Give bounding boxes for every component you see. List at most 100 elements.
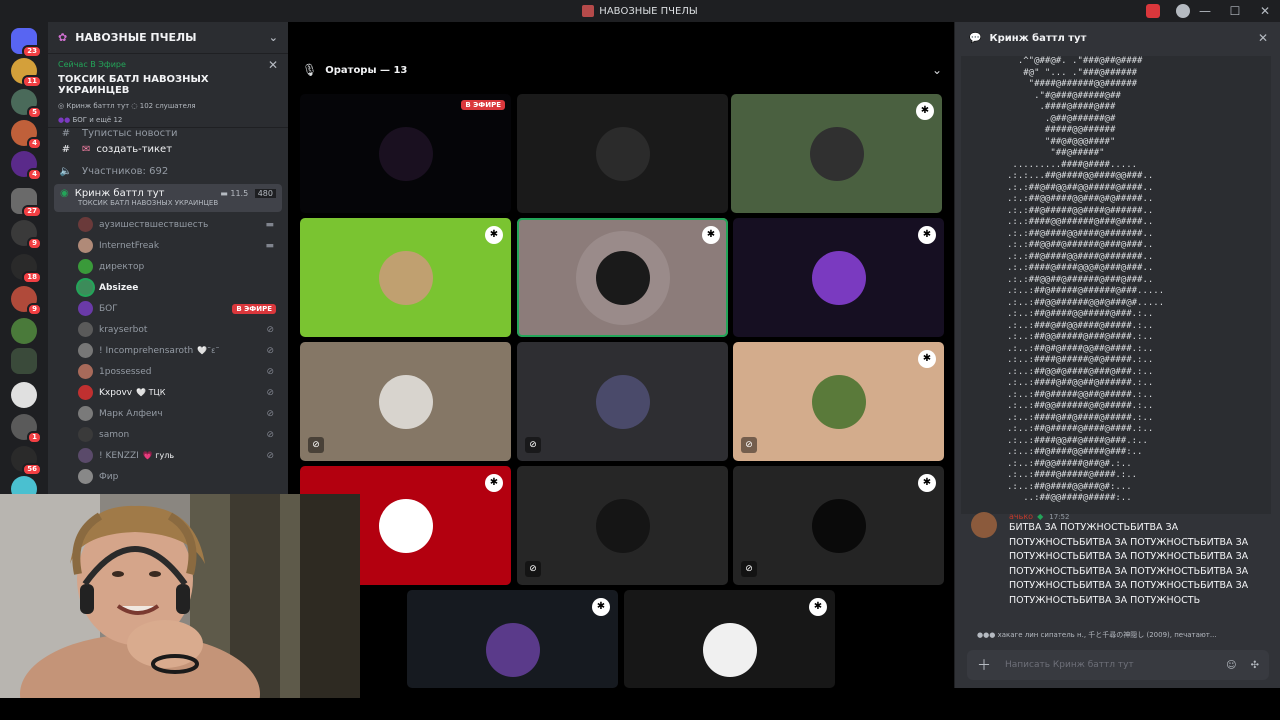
chevron-down-icon[interactable]: ⌄ xyxy=(269,31,278,44)
unread-badge: 5 xyxy=(27,106,42,119)
mic-muted-icon: ⊘ xyxy=(266,450,274,461)
list-item[interactable]: ! Incomprehensaroth 🤍˜ε˜ ⊘ xyxy=(48,340,288,361)
avatar[interactable] xyxy=(971,512,997,538)
speaker-tile[interactable]: ✱ ⊘ xyxy=(733,342,944,461)
help-icon[interactable] xyxy=(1176,4,1190,18)
server-icon[interactable]: 56 xyxy=(11,446,42,476)
server-icon[interactable] xyxy=(11,382,37,408)
server-boost-icon: ✿ xyxy=(58,31,68,44)
speaker-tile[interactable]: ✱ xyxy=(624,590,835,688)
message-author[interactable]: ачько xyxy=(1009,512,1033,521)
close-icon[interactable]: ✕ xyxy=(268,58,278,72)
server-icon[interactable]: 4 xyxy=(11,120,42,150)
server-icon[interactable]: 9 xyxy=(11,220,42,250)
speaker-tile[interactable]: ⊘ xyxy=(300,342,511,461)
typing-dots-icon: ●●● xyxy=(977,631,998,639)
hash-icon: # xyxy=(61,143,71,155)
channel-member-count[interactable]: 🔈 Участников: 692 xyxy=(48,160,288,182)
speaker-tile[interactable]: ⊘ xyxy=(517,466,728,585)
speaker-tile[interactable]: ⊘ xyxy=(517,342,728,461)
count-left: 11.5 xyxy=(230,189,249,198)
minimize-button[interactable]: — xyxy=(1190,4,1220,18)
live-channel-name: Кринж баттл тут xyxy=(66,102,130,110)
avatar xyxy=(378,250,433,305)
speaker-tile[interactable]: В ЭФИРЕ xyxy=(300,94,511,213)
voice-member-list: аузишествшествшесть ▬ InternetFreak ▬ дире… xyxy=(48,214,288,487)
list-item[interactable]: Kxpovv 🤍 ТЦК ⊘ xyxy=(48,382,288,403)
channel-create-ticket[interactable]: # ✉ создать-тикет xyxy=(48,138,288,160)
window-title-text: НАВОЗНЫЕ ПЧЕЛЫ xyxy=(599,5,698,17)
list-item[interactable]: Absizee xyxy=(48,277,288,298)
list-item[interactable]: samon ⊘ xyxy=(48,424,288,445)
member-name: Kxpovv xyxy=(99,387,133,398)
channel-label: создать-тикет xyxy=(96,143,173,155)
list-item[interactable]: Фир xyxy=(48,466,288,487)
server-icon[interactable]: 4 xyxy=(11,151,42,181)
plus-icon[interactable]: ＋ xyxy=(977,655,991,675)
live-event-meta: ◎ Кринж баттл тут ◌ 102 слушателя xyxy=(58,102,278,110)
avatar xyxy=(78,259,93,274)
list-item[interactable]: аузишествшествшесть ▬ xyxy=(48,214,288,235)
speaker-tile[interactable]: ✱ xyxy=(300,218,511,337)
speaker-tile[interactable]: ✱ xyxy=(407,590,618,688)
member-name: Фир xyxy=(99,471,119,482)
list-item[interactable]: БОГ В ЭФИРЕ xyxy=(48,298,288,319)
list-item[interactable]: ! KENZZI 💗 гуль ⊘ xyxy=(48,445,288,466)
maximize-button[interactable]: ☐ xyxy=(1220,4,1250,18)
server-header[interactable]: ✿ НАВОЗНЫЕ ПЧЕЛЫ ⌄ xyxy=(48,22,288,54)
avatar xyxy=(78,469,93,484)
avatar xyxy=(78,343,93,358)
avatar: ●● xyxy=(58,116,71,124)
list-item[interactable]: Марк Алфеич ⊘ xyxy=(48,403,288,424)
speakers-label: Ораторы — 13 xyxy=(325,64,408,76)
window-controls: — ☐ ✕ xyxy=(1190,0,1280,22)
server-icon[interactable]: 9 xyxy=(11,286,42,316)
unread-badge: 1 xyxy=(27,431,42,444)
member-tag: 🤍˜ε˜ xyxy=(197,346,220,355)
speakers-header[interactable]: 🎙 Ораторы — 13 ⌄ xyxy=(288,58,954,82)
moderator-icon: ✱ xyxy=(702,226,720,244)
server-icon[interactable]: 11 xyxy=(11,58,42,88)
member-name: samon xyxy=(99,429,130,440)
avatar xyxy=(78,385,93,400)
server-icon[interactable]: 18 xyxy=(11,254,42,284)
apps-icon[interactable]: ✣ xyxy=(1251,660,1259,671)
member-tag: 🤍 ТЦК xyxy=(136,388,166,397)
server-icon[interactable] xyxy=(11,348,37,374)
unread-badge: 4 xyxy=(27,137,42,150)
unread-badge: 9 xyxy=(27,303,42,316)
speaker-tile[interactable]: ✱ xyxy=(731,94,942,213)
unread-badge: 18 xyxy=(22,271,42,284)
speaker-tile[interactable]: ✱ xyxy=(733,218,944,337)
channel-partial[interactable]: # Тупистыс новости xyxy=(48,128,288,138)
close-icon[interactable]: ✕ xyxy=(1258,31,1268,45)
speaker-tile[interactable]: ✱ ⊘ xyxy=(733,466,944,585)
server-icon[interactable]: 5 xyxy=(11,89,42,119)
member-name: директор xyxy=(99,261,145,272)
server-icon[interactable] xyxy=(11,318,37,344)
avatar xyxy=(811,250,866,305)
speaker-tile[interactable]: ✱ xyxy=(517,218,728,337)
live-event-title: ТОКСИК БАТЛ НАВОЗНЫХ УКРАИНЦЕВ xyxy=(58,74,209,96)
speaker-tile[interactable] xyxy=(517,94,728,213)
avatar xyxy=(595,374,650,429)
server-icon[interactable]: 27 xyxy=(11,188,42,218)
avatar xyxy=(702,623,757,677)
direct-messages-icon[interactable]: 23 xyxy=(11,28,42,58)
live-event-panel[interactable]: Сейчас В Эфире ТОКСИК БАТЛ НАВОЗНЫХ УКРА… xyxy=(48,54,288,128)
chevron-down-icon[interactable]: ⌄ xyxy=(932,63,942,77)
inbox-icon[interactable] xyxy=(1146,4,1160,18)
list-item[interactable]: InternetFreak ▬ xyxy=(48,235,288,256)
camera-icon: ▬ xyxy=(265,219,274,230)
emoji-icon[interactable]: ☺ xyxy=(1226,660,1236,671)
close-button[interactable]: ✕ xyxy=(1250,4,1280,18)
voice-channel-active[interactable]: ◉ Кринж баттл тут ТОКСИК БАТЛ НАВОЗНЫХ УК… xyxy=(54,184,282,212)
server-icon[interactable]: 1 xyxy=(11,414,42,444)
message-input[interactable]: ＋ Написать Кринж баттл тут ☺ ✣ xyxy=(967,650,1269,680)
list-item[interactable]: директор xyxy=(48,256,288,277)
listener-count: 102 слушателя xyxy=(139,102,196,110)
list-item[interactable]: krayserbot ⊘ xyxy=(48,319,288,340)
message-text: БИТВА ЗА ПОТУЖНОСТЬБИТВА ЗА ПОТУЖНОСТЬБИ… xyxy=(1009,522,1249,606)
moderator-icon: ✱ xyxy=(918,226,936,244)
list-item[interactable]: 1possessed ⊘ xyxy=(48,361,288,382)
